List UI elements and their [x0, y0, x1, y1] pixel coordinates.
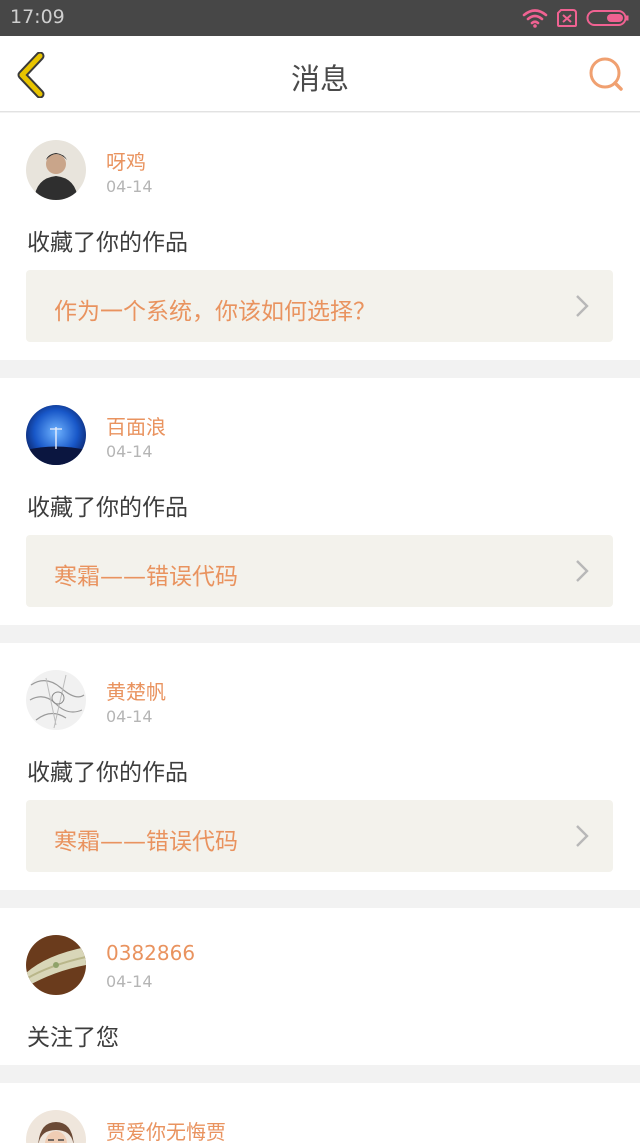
work-title: 作为一个系统，你该如何选择？	[54, 299, 376, 325]
no-sim-icon	[556, 8, 578, 32]
chevron-right-icon	[576, 295, 589, 317]
search-button[interactable]	[586, 54, 626, 94]
work-link[interactable]: 寒霜——错误代码	[26, 535, 613, 607]
work-link[interactable]: 寒霜——错误代码	[26, 800, 613, 872]
work-title: 寒霜——错误代码	[54, 564, 238, 590]
avatar[interactable]	[26, 935, 86, 995]
nav-bar: 消息	[0, 36, 640, 112]
status-time: 17:09	[10, 6, 65, 28]
message-date: 04-14	[106, 442, 153, 461]
avatar[interactable]	[26, 1110, 86, 1143]
message-date: 04-14	[106, 177, 153, 196]
work-link[interactable]: 作为一个系统，你该如何选择？	[26, 270, 613, 342]
avatar[interactable]	[26, 670, 86, 730]
chevron-right-icon	[576, 560, 589, 582]
action-text: 收藏了你的作品	[27, 760, 188, 786]
avatar[interactable]	[26, 140, 86, 200]
battery-icon	[586, 8, 630, 32]
status-icons	[522, 7, 630, 33]
username[interactable]: 0382866	[106, 941, 195, 965]
message-item: 0382866 04-14 关注了您	[0, 908, 640, 1065]
action-text: 收藏了你的作品	[27, 495, 188, 521]
page-title: 消息	[290, 62, 349, 96]
message-item: 呀鸡 04-14 收藏了你的作品 作为一个系统，你该如何选择？	[0, 113, 640, 360]
wifi-icon	[522, 7, 548, 33]
message-date: 04-14	[106, 972, 153, 991]
message-item: 黄楚帆 04-14 收藏了你的作品 寒霜——错误代码	[0, 643, 640, 890]
message-item: 贾爱你无悔贾	[0, 1083, 640, 1143]
message-list: 呀鸡 04-14 收藏了你的作品 作为一个系统，你该如何选择？ 百面浪 04-1…	[0, 113, 640, 1143]
message-item: 百面浪 04-14 收藏了你的作品 寒霜——错误代码	[0, 378, 640, 625]
username[interactable]: 贾爱你无悔贾	[106, 1116, 226, 1143]
search-icon	[589, 57, 623, 91]
username[interactable]: 黄楚帆	[106, 676, 166, 705]
avatar[interactable]	[26, 405, 86, 465]
action-text: 关注了您	[27, 1025, 119, 1051]
chevron-right-icon	[576, 825, 589, 847]
work-title: 寒霜——错误代码	[54, 829, 238, 855]
message-date: 04-14	[106, 707, 153, 726]
action-text: 收藏了你的作品	[27, 230, 188, 256]
status-bar: 17:09	[0, 0, 640, 36]
username[interactable]: 呀鸡	[106, 146, 146, 175]
username[interactable]: 百面浪	[106, 411, 166, 440]
